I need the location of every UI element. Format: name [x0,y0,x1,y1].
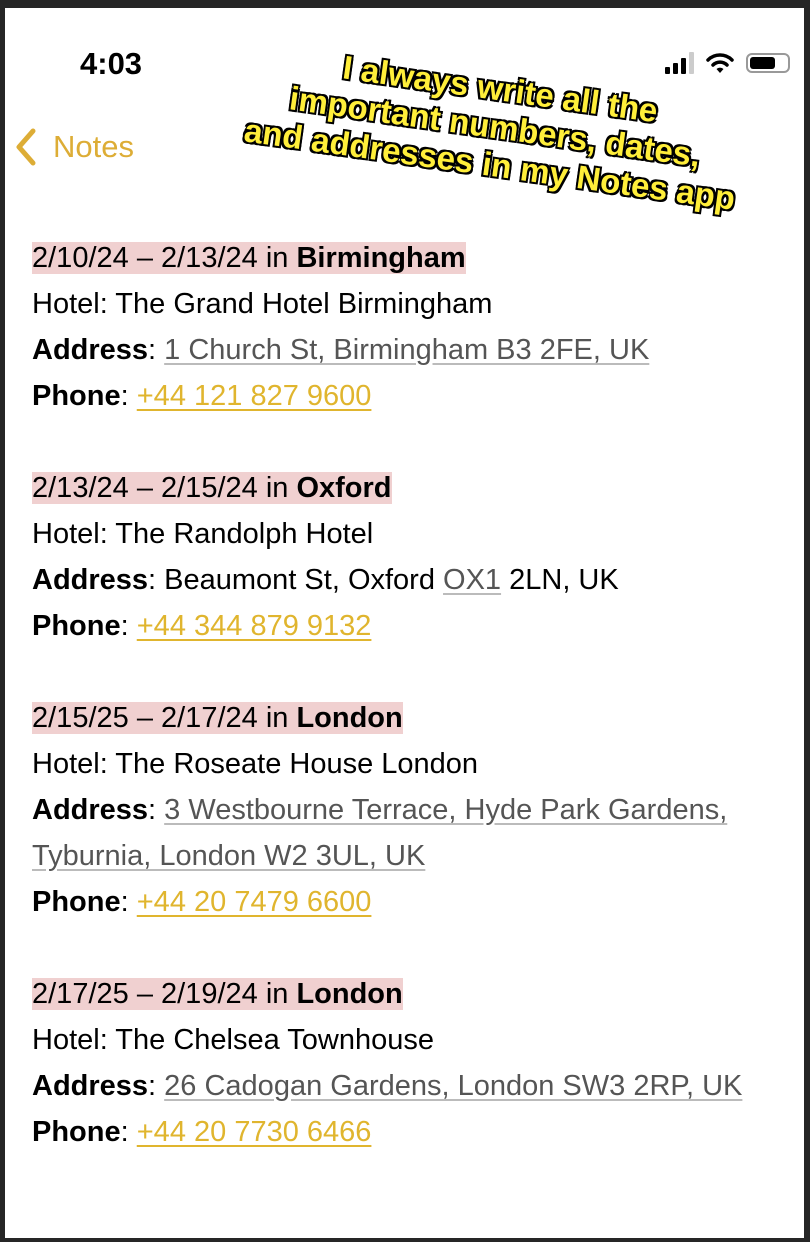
hotel-line: Hotel: The Roseate House London [32,748,479,780]
address-line: Address: 1 Church St, Birmingham B3 2FE,… [32,334,650,366]
date-heading: 2/13/24 – 2/15/24 in Oxford [32,472,392,504]
signal-icon [665,52,694,74]
phone-link[interactable]: +44 121 827 9600 [137,380,372,412]
address-link[interactable]: 26 Cadogan Gardens, London SW3 2RP, UK [164,1070,742,1102]
phone-link[interactable]: +44 20 7479 6600 [137,886,372,918]
address-link[interactable]: 1 Church St, Birmingham B3 2FE, UK [164,334,649,366]
hotel-line: Hotel: The Randolph Hotel [32,518,374,550]
trip-entry: 2/15/25 – 2/17/24 in London Hotel: The R… [32,695,802,925]
back-button[interactable]: Notes [15,128,134,166]
phone-link[interactable]: +44 344 879 9132 [137,610,372,642]
hotel-line: Hotel: The Chelsea Townhouse [32,1024,434,1056]
note-body[interactable]: 2/10/24 – 2/13/24 in Birmingham Hotel: T… [32,235,802,1201]
status-icons [665,52,790,74]
trip-entry: 2/10/24 – 2/13/24 in Birmingham Hotel: T… [32,235,802,419]
address-line: Address: 26 Cadogan Gardens, London SW3 … [32,1070,743,1102]
back-label: Notes [53,129,134,164]
status-time: 4:03 [80,46,143,81]
date-heading: 2/10/24 – 2/13/24 in Birmingham [32,242,466,274]
date-heading: 2/17/25 – 2/19/24 in London [32,978,403,1010]
chevron-left-icon [16,128,36,166]
phone-line: Phone: +44 20 7730 6466 [32,1116,372,1148]
address-link[interactable]: OX1 [443,564,501,596]
trip-entry: 2/17/25 – 2/19/24 in London Hotel: The C… [32,971,802,1155]
wifi-icon [706,53,734,73]
phone-line: Phone: +44 20 7479 6600 [32,886,372,918]
phone-line: Phone: +44 121 827 9600 [32,380,372,412]
hotel-line: Hotel: The Grand Hotel Birmingham [32,288,493,320]
address-line: Address: 3 Westbourne Terrace, Hyde Park… [32,794,728,872]
phone-line: Phone: +44 344 879 9132 [32,610,372,642]
trip-entry: 2/13/24 – 2/15/24 in Oxford Hotel: The R… [32,465,802,649]
address-line: Address: Beaumont St, Oxford OX1 2LN, UK [32,564,619,596]
phone-link[interactable]: +44 20 7730 6466 [137,1116,372,1148]
notes-screen: 4:03 Notes I always write all the import… [5,8,804,1238]
date-heading: 2/15/25 – 2/17/24 in London [32,702,403,734]
battery-icon [746,53,790,73]
